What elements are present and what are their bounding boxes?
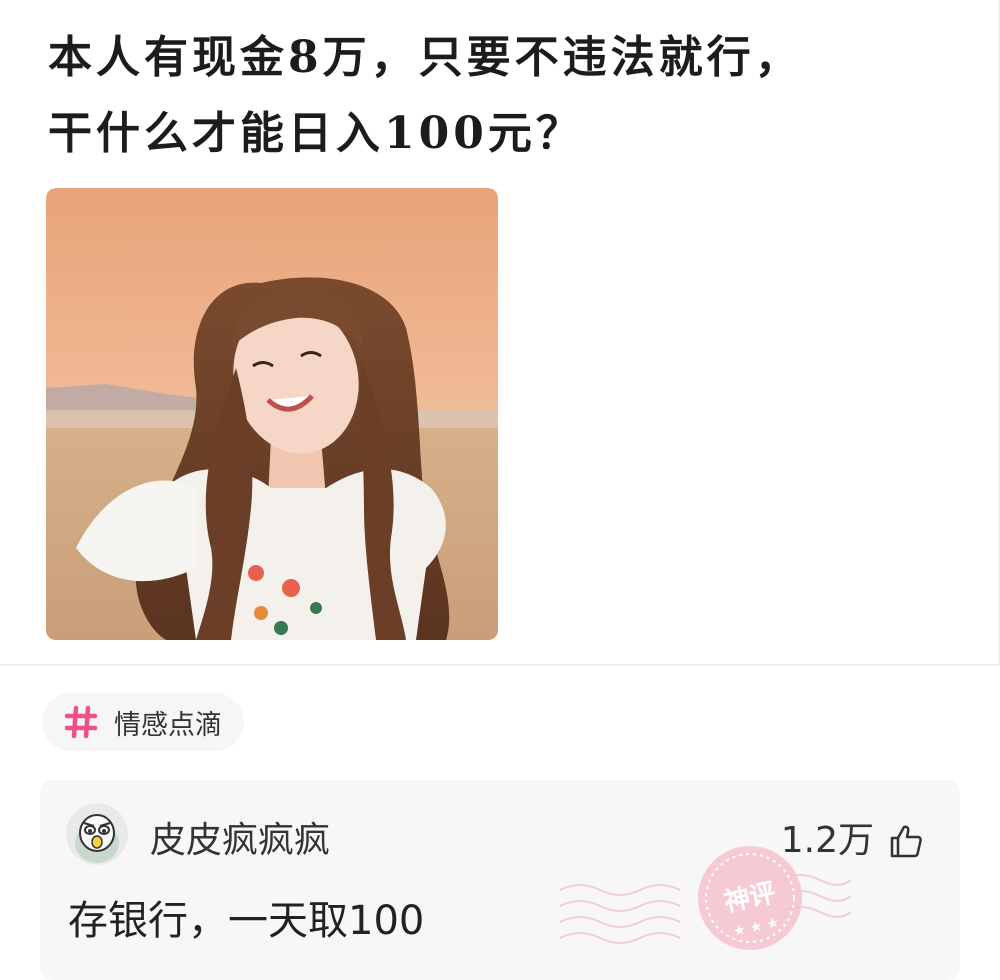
post-title[interactable]: 本人有现金8万，只要不违法就行， 干什么才能日入100元？ [48,20,948,172]
thumb-up-icon [890,825,922,858]
post-photo[interactable] [46,188,498,640]
post-title-line-1: 本人有现金8万，只要不违法就行， [48,32,803,83]
comment-text: 存银行，一天取100 [68,898,425,944]
like-button[interactable]: 1.2万 [781,818,924,864]
photo-girl-at-beach-sunset [46,188,498,640]
avatar[interactable] [66,803,128,865]
topic-tag[interactable]: 情感点滴 [42,693,244,751]
post-card[interactable]: 本人有现金8万，只要不违法就行， 干什么才能日入100元？ [0,0,1000,666]
topic-label: 情感点滴 [114,709,222,741]
post-title-line-2: 干什么才能日入100元？ [48,108,584,159]
like-count: 1.2万 [780,820,874,861]
top-comment[interactable]: 皮皮疯疯疯 神评 ★ ★ ★ 1.2万 存银行，一天取100 [40,780,960,980]
avatar-icon [66,803,128,865]
hash-icon [64,705,98,739]
comment-user-name[interactable]: 皮皮疯疯疯 [150,818,330,864]
